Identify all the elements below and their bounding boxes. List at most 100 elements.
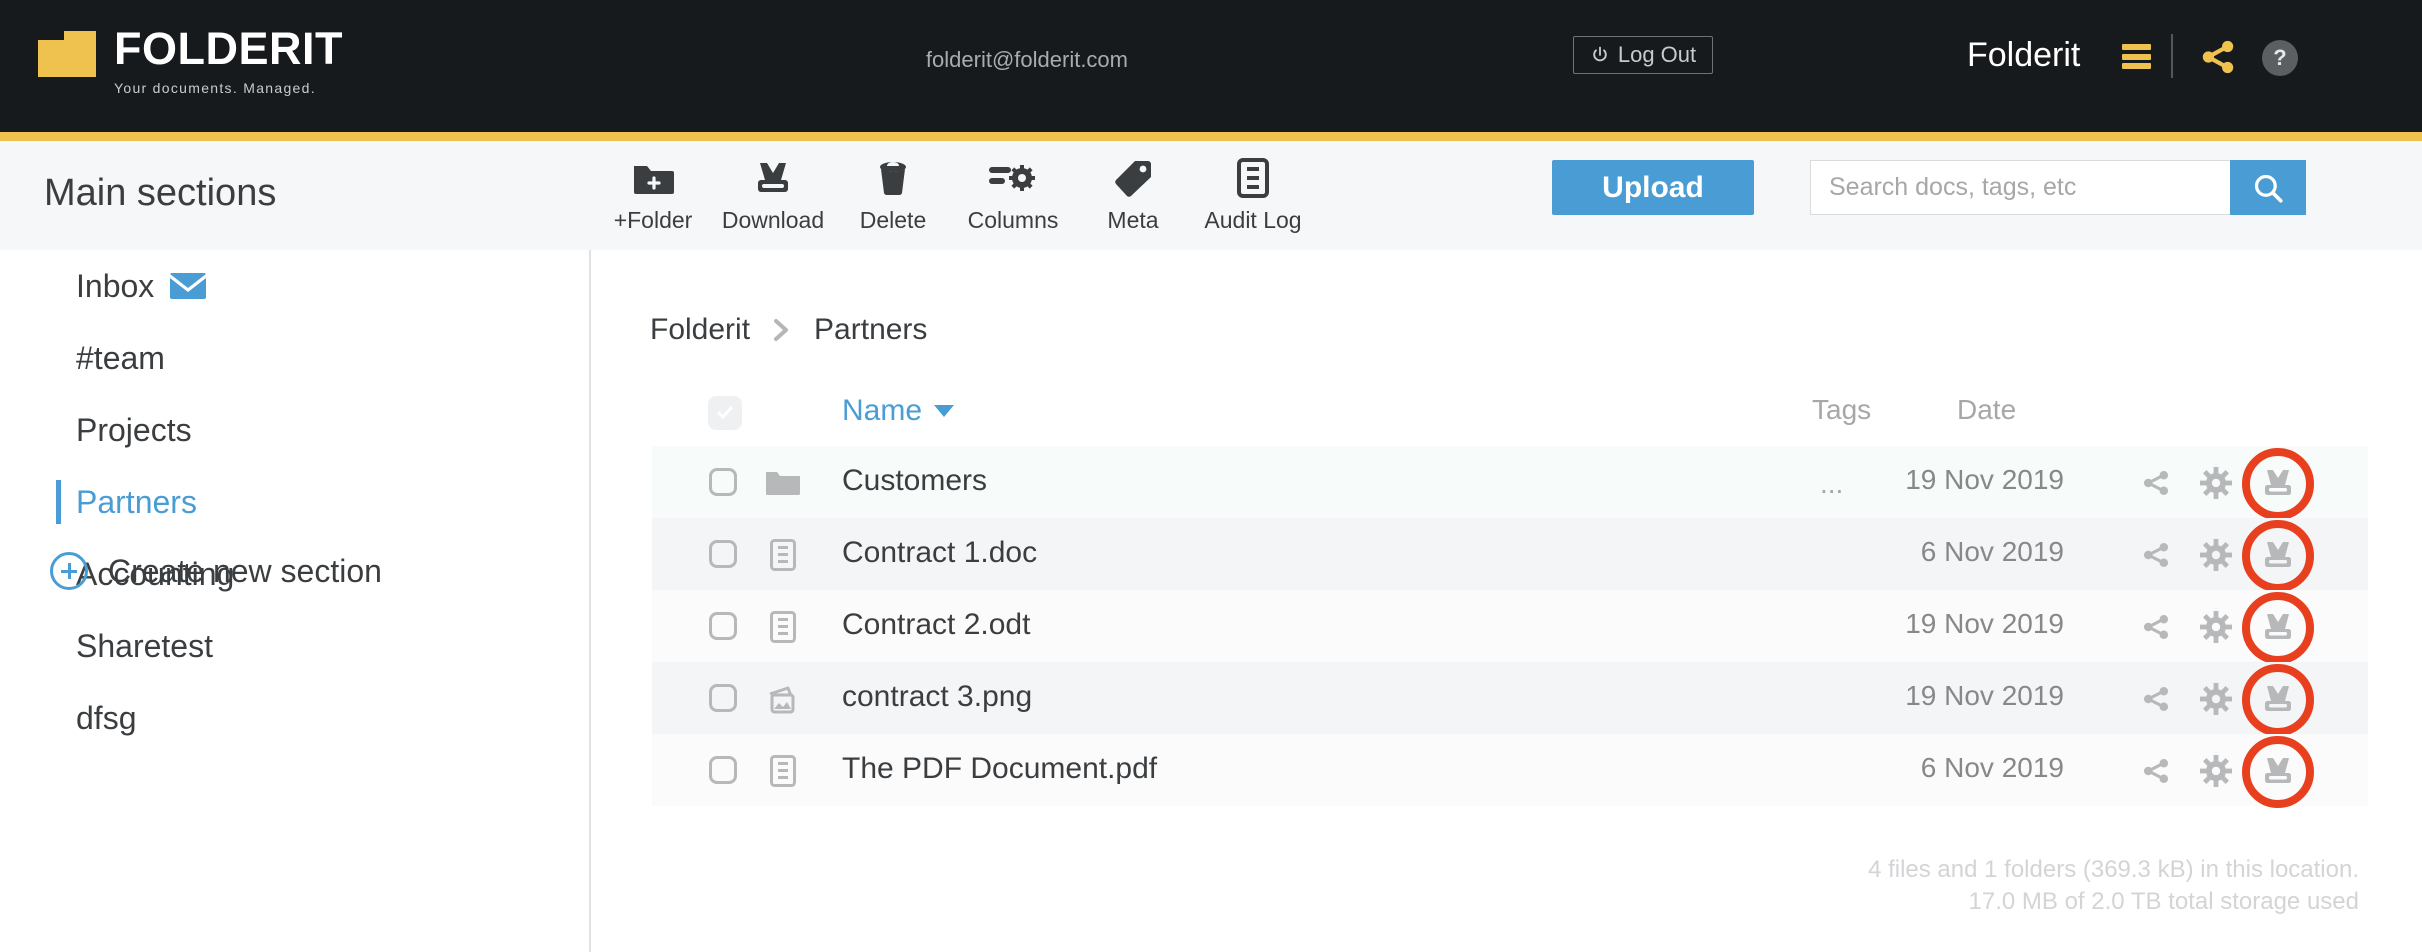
download-button[interactable]: Download	[713, 155, 833, 234]
share-icon[interactable]	[2139, 466, 2173, 500]
toolbar-label: Columns	[967, 207, 1059, 233]
sidebar-item-label: Inbox	[76, 267, 155, 304]
toolbar-actions: +Folder Download Delete Columns Meta Aud…	[593, 155, 1313, 234]
hamburger-menu-icon[interactable]	[2122, 44, 2151, 69]
select-all-checkbox[interactable]	[708, 396, 742, 430]
row-checkbox[interactable]	[709, 468, 737, 496]
download-tray-icon[interactable]	[2261, 610, 2295, 644]
sidebar-item-label: Projects	[76, 411, 192, 448]
add-folder-button[interactable]: +Folder	[593, 155, 713, 234]
folder-logo-icon	[38, 31, 96, 77]
download-tray-icon[interactable]	[2261, 754, 2295, 788]
table-row[interactable]: Contract 1.doc 6 Nov 2019	[652, 518, 2368, 592]
envelope-icon	[170, 273, 207, 299]
toolbar-label: Audit Log	[1204, 207, 1302, 233]
logout-button[interactable]: Log Out	[1573, 36, 1713, 74]
column-header-name[interactable]: Name	[842, 394, 955, 428]
toolbar-label: +Folder	[613, 207, 693, 233]
page-title: Main sections	[44, 172, 277, 214]
storage-summary: 4 files and 1 folders (369.3 kB) in this…	[1868, 854, 2359, 918]
row-name[interactable]: Contract 2.odt	[842, 608, 1030, 642]
sidebar-item-projects[interactable]: Projects	[0, 394, 589, 466]
document-icon	[766, 754, 800, 788]
create-new-section-label: Create new section	[108, 552, 382, 589]
image-icon	[766, 682, 800, 716]
columns-button[interactable]: Columns	[953, 155, 1073, 234]
document-list-icon	[1237, 155, 1269, 201]
meta-button[interactable]: Meta	[1073, 155, 1193, 234]
delete-button[interactable]: Delete	[833, 155, 953, 234]
table-header: Name Tags Date	[652, 386, 2368, 446]
row-name[interactable]: The PDF Document.pdf	[842, 752, 1157, 786]
download-tray-icon[interactable]	[2261, 538, 2295, 572]
search-input[interactable]	[1810, 160, 2230, 215]
download-tray-icon[interactable]	[2261, 466, 2295, 500]
search-bar	[1810, 160, 2306, 215]
sidebar-item-team[interactable]: #team	[0, 322, 589, 394]
sidebar-item-label: Sharetest	[76, 627, 213, 664]
sidebar-item-partners[interactable]: Partners	[0, 466, 589, 538]
table-row[interactable]: contract 3.png 19 Nov 2019	[652, 662, 2368, 736]
search-button[interactable]	[2230, 160, 2306, 215]
row-date: 19 Nov 2019	[1905, 464, 2064, 495]
sidebar-item-label: #team	[76, 339, 165, 376]
chevron-right-icon	[774, 319, 789, 341]
create-new-section-button[interactable]: Create new section	[50, 552, 382, 590]
columns-settings-icon	[989, 155, 1037, 201]
help-icon[interactable]: ?	[2262, 40, 2298, 76]
share-icon[interactable]	[2139, 610, 2173, 644]
app-logo[interactable]: FOLDERIT Your documents. Managed.	[38, 26, 343, 96]
row-checkbox[interactable]	[709, 612, 737, 640]
upload-button[interactable]: Upload	[1552, 160, 1754, 215]
audit-log-button[interactable]: Audit Log	[1193, 155, 1313, 234]
folder-icon	[766, 466, 800, 500]
row-checkbox[interactable]	[709, 756, 737, 784]
share-icon[interactable]	[2139, 754, 2173, 788]
row-name[interactable]: Customers	[842, 464, 987, 498]
breadcrumb-item-root[interactable]: Folderit	[650, 313, 750, 347]
brand-name: Folderit	[1967, 36, 2081, 74]
column-header-tags[interactable]: Tags	[1812, 394, 1871, 426]
trash-icon	[875, 155, 911, 201]
sidebar-item-inbox[interactable]: Inbox	[0, 250, 589, 322]
checkbox-checked-icon	[717, 406, 733, 419]
account-email: folderit@folderit.com	[925, 47, 1128, 72]
download-tray-icon[interactable]	[2261, 682, 2295, 716]
share-icon[interactable]	[2197, 36, 2239, 78]
download-icon	[752, 155, 794, 201]
row-checkbox[interactable]	[709, 684, 737, 712]
share-icon[interactable]	[2139, 538, 2173, 572]
table-row[interactable]: Contract 2.odt 19 Nov 2019	[652, 590, 2368, 664]
header-divider	[2171, 34, 2173, 78]
table-row[interactable]: The PDF Document.pdf 6 Nov 2019	[652, 734, 2368, 808]
share-icon[interactable]	[2139, 682, 2173, 716]
main-content: Folderit Partners Name Tags Date Custome…	[593, 250, 2422, 952]
toolbar-label: Delete	[859, 207, 927, 233]
row-date: 6 Nov 2019	[1920, 752, 2064, 783]
row-name[interactable]: contract 3.png	[842, 680, 1032, 714]
row-tags: ...	[1820, 468, 1844, 499]
gear-icon[interactable]	[2199, 754, 2233, 788]
column-header-date[interactable]: Date	[1957, 394, 2016, 426]
sidebar-item-label: dfsg	[76, 699, 137, 736]
add-folder-icon	[632, 155, 674, 201]
row-date: 19 Nov 2019	[1905, 680, 2064, 711]
row-checkbox[interactable]	[709, 540, 737, 568]
app-header: FOLDERIT Your documents. Managed. folder…	[0, 0, 2422, 132]
breadcrumb: Folderit Partners	[650, 313, 927, 347]
gear-icon[interactable]	[2199, 538, 2233, 572]
gear-icon[interactable]	[2199, 610, 2233, 644]
sidebar-item-sharetest[interactable]: Sharetest	[0, 610, 589, 682]
breadcrumb-item-current[interactable]: Partners	[814, 313, 927, 347]
sidebar: Inbox #team Projects Partners Accounting…	[0, 250, 591, 952]
power-icon	[1593, 46, 1607, 62]
document-icon	[766, 610, 800, 644]
tag-icon	[1114, 155, 1152, 201]
row-name[interactable]: Contract 1.doc	[842, 536, 1037, 570]
row-date: 6 Nov 2019	[1920, 536, 2064, 567]
gear-icon[interactable]	[2199, 682, 2233, 716]
gear-icon[interactable]	[2199, 466, 2233, 500]
sidebar-item-dfsg[interactable]: dfsg	[0, 682, 589, 754]
table-row[interactable]: Customers ... 19 Nov 2019	[652, 446, 2368, 520]
toolbar-label: Download	[721, 207, 825, 233]
